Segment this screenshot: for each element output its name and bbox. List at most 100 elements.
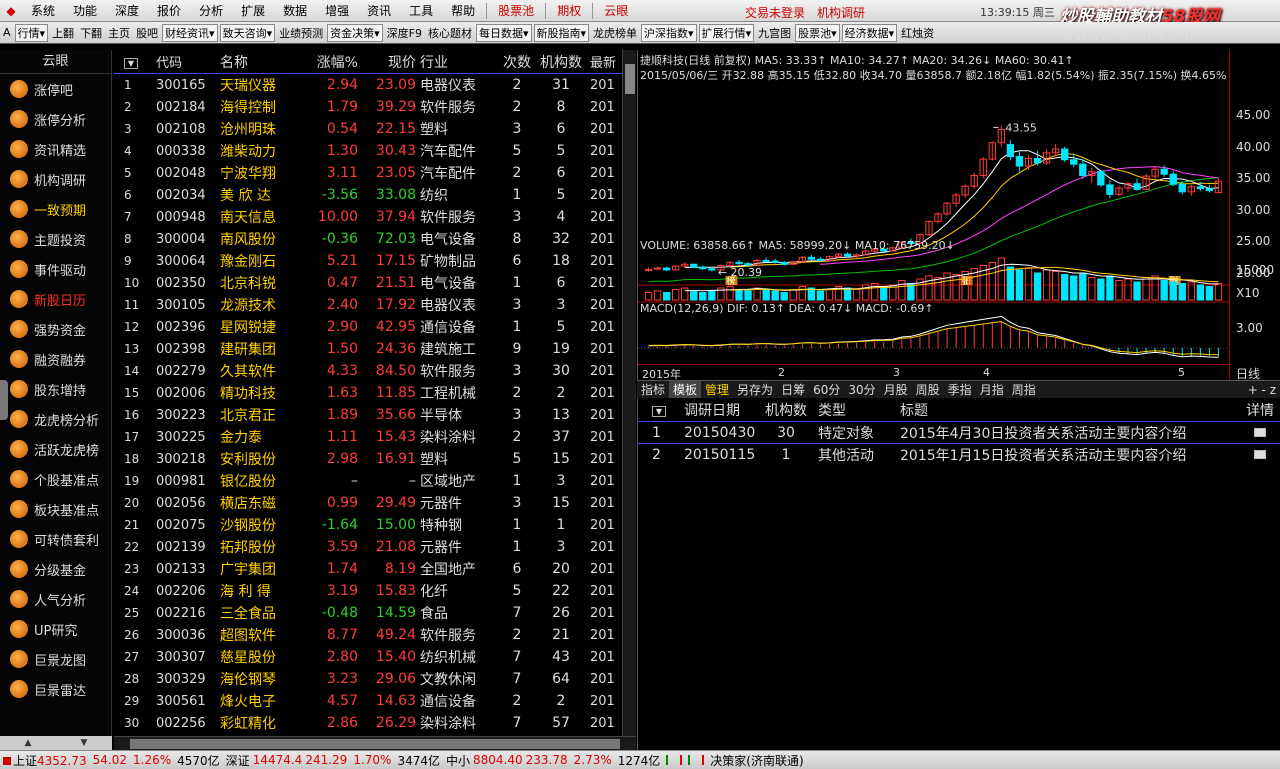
- menu-item-0[interactable]: 系统: [22, 2, 64, 19]
- col-type[interactable]: 类型: [812, 400, 900, 420]
- menu-item-1[interactable]: 功能: [64, 2, 106, 19]
- toolbar-item-19[interactable]: 经济数据▾: [841, 23, 898, 42]
- menu-item-9[interactable]: 工具: [400, 2, 442, 19]
- col-count[interactable]: 次数: [502, 52, 532, 72]
- table-row[interactable]: 9 300064 豫金刚石 5.21 17.15 矿物制品 6 18 201: [114, 250, 622, 272]
- table-row[interactable]: 20 002056 横店东磁 0.99 29.49 元器件 3 15 201: [114, 492, 622, 514]
- chart-tab-1[interactable]: 模板: [669, 381, 702, 398]
- sidebar-item-6[interactable]: 事件驱动: [0, 254, 111, 284]
- research-row[interactable]: 1 20150430 30 特定对象 2015年4月30日投资者关系活动主要内容介绍: [638, 422, 1280, 444]
- col-industry[interactable]: 行业: [416, 52, 502, 72]
- toolbar-item-3[interactable]: 下翻: [77, 25, 105, 41]
- toolbar-item-0[interactable]: A: [0, 26, 14, 39]
- toolbar-item-17[interactable]: 九宫图: [755, 25, 794, 41]
- scroll-down-icon[interactable]: ▼: [81, 738, 88, 748]
- toolbar-item-16[interactable]: 扩展行情▾: [698, 23, 755, 42]
- sidebar-item-14[interactable]: 板块基准点: [0, 494, 111, 524]
- chart-tab-3[interactable]: 另存为: [733, 381, 777, 398]
- table-row[interactable]: 12 002396 星网锐捷 2.90 42.95 通信设备 1 5 201: [114, 316, 622, 338]
- chart-tab-2[interactable]: 管理: [701, 381, 733, 398]
- table-row[interactable]: 16 300223 北京君正 1.89 35.66 半导体 3 13 201: [114, 404, 622, 426]
- menu-item-5[interactable]: 扩展: [232, 2, 274, 19]
- chart-tab-0[interactable]: 指标: [637, 381, 669, 398]
- sidebar-item-13[interactable]: 个股基准点: [0, 464, 111, 494]
- col-inst-count[interactable]: 机构数: [760, 400, 812, 420]
- toolbar-item-13[interactable]: 新股指南▾: [533, 23, 590, 42]
- research-link[interactable]: 机构调研: [817, 4, 865, 21]
- menu-item-6[interactable]: 数据: [274, 2, 316, 19]
- col-change[interactable]: 涨幅%: [300, 52, 358, 72]
- table-row[interactable]: 28 300329 海伦钢琴 3.23 29.06 文教休闲 7 64 201: [114, 668, 622, 690]
- sidebar-item-8[interactable]: 强势资金: [0, 314, 111, 344]
- chart-tab-5[interactable]: 60分: [809, 381, 844, 398]
- table-row[interactable]: 4 000338 潍柴动力 1.30 30.43 汽车配件 5 5 201: [114, 140, 622, 162]
- toolbar-item-7[interactable]: 致天咨询▾: [219, 23, 276, 42]
- zoom-controls[interactable]: + - z: [1248, 383, 1276, 397]
- menu-item-10[interactable]: 帮助: [442, 2, 484, 19]
- toolbar-item-12[interactable]: 每日数据▾: [475, 23, 532, 42]
- sidebar-item-16[interactable]: 分级基金: [0, 554, 111, 584]
- sidebar-item-0[interactable]: 涨停吧: [0, 74, 111, 104]
- research-row[interactable]: 2 20150115 1 其他活动 2015年1月15日投资者关系活动主要内容介绍: [638, 444, 1280, 466]
- table-row[interactable]: 17 300225 金力泰 1.11 15.43 染料涂料 2 37 201: [114, 426, 622, 448]
- sidebar-item-17[interactable]: 人气分析: [0, 584, 111, 614]
- grid-vscroll[interactable]: [622, 50, 636, 736]
- menu-item-8[interactable]: 资讯: [358, 2, 400, 19]
- trade-login-link[interactable]: 交易未登录: [745, 4, 805, 21]
- table-row[interactable]: 1 300165 天瑞仪器 2.94 23.09 电器仪表 2 31 201: [114, 74, 622, 96]
- col-inst[interactable]: 机构数: [532, 52, 590, 72]
- sidebar-item-7[interactable]: 新股日历: [0, 284, 111, 314]
- grid-hscroll[interactable]: [114, 736, 636, 750]
- chart-tab-10[interactable]: 月指: [976, 381, 1008, 398]
- sort-dropdown-icon[interactable]: ▼: [124, 57, 138, 69]
- sidebar-collapse-handle[interactable]: [0, 380, 8, 420]
- sidebar-item-4[interactable]: 一致预期: [0, 194, 111, 224]
- menu-item-4[interactable]: 分析: [190, 2, 232, 19]
- table-row[interactable]: 15 002006 精功科技 1.63 11.85 工程机械 2 2 201: [114, 382, 622, 404]
- table-row[interactable]: 21 002075 沙钢股份 -1.64 15.00 特种钢 1 1 201: [114, 514, 622, 536]
- sidebar-item-11[interactable]: 龙虎榜分析: [0, 404, 111, 434]
- chart-tab-11[interactable]: 周指: [1008, 381, 1040, 398]
- menu-red-item-0[interactable]: 股票池: [489, 2, 543, 19]
- table-row[interactable]: 14 002279 久其软件 4.33 84.50 软件服务 3 30 201: [114, 360, 622, 382]
- scroll-up-icon[interactable]: ▲: [25, 738, 32, 748]
- table-row[interactable]: 6 002034 美 欣 达 -3.56 33.08 纺织 1 5 201: [114, 184, 622, 206]
- toolbar-item-2[interactable]: 上翻: [49, 25, 77, 41]
- table-row[interactable]: 19 000981 银亿股份 – – 区域地产 1 3 201: [114, 470, 622, 492]
- toolbar-item-4[interactable]: 主页: [105, 25, 133, 41]
- toolbar-item-10[interactable]: 深度F9: [384, 25, 425, 41]
- toolbar-item-15[interactable]: 沪深指数▾: [641, 23, 697, 42]
- table-row[interactable]: 5 002048 宁波华翔 3.11 23.05 汽车配件 2 6 201: [114, 162, 622, 184]
- col-code[interactable]: 代码: [156, 52, 220, 71]
- col-date[interactable]: 调研日期: [678, 400, 760, 420]
- chart-tab-9[interactable]: 季指: [944, 381, 976, 398]
- table-row[interactable]: 3 002108 沧州明珠 0.54 22.15 塑料 3 6 201: [114, 118, 622, 140]
- sidebar-item-10[interactable]: 股东增持: [0, 374, 111, 404]
- table-row[interactable]: 29 300561 烽火电子 4.57 14.63 通信设备 2 2 201: [114, 690, 622, 712]
- col-price[interactable]: 现价: [358, 52, 416, 72]
- table-row[interactable]: 8 300004 南风股份 -0.36 72.03 电气设备 8 32 201: [114, 228, 622, 250]
- chart-tab-7[interactable]: 月股: [880, 381, 912, 398]
- toolbar-item-6[interactable]: 财经资讯▾: [162, 23, 218, 42]
- toolbar-item-18[interactable]: 股票池▾: [795, 23, 840, 42]
- col-detail[interactable]: 详情: [1240, 400, 1280, 420]
- table-row[interactable]: 25 002216 三全食品 -0.48 14.59 食品 7 26 201: [114, 602, 622, 624]
- toolbar-item-5[interactable]: 股吧: [133, 25, 161, 41]
- col-latest[interactable]: 最新: [590, 52, 620, 71]
- toolbar-item-14[interactable]: 龙虎榜单: [590, 25, 640, 41]
- sidebar-item-5[interactable]: 主题投资: [0, 224, 111, 254]
- table-row[interactable]: 30 002256 彩虹精化 2.86 26.29 染料涂料 7 57 201: [114, 712, 622, 734]
- table-row[interactable]: 24 002206 海 利 得 3.19 15.83 化纤 5 22 201: [114, 580, 622, 602]
- toolbar-item-8[interactable]: 业绩预测: [276, 25, 326, 41]
- toolbar-item-20[interactable]: 红烛资: [898, 25, 937, 41]
- menu-item-3[interactable]: 报价: [148, 2, 190, 19]
- menu-red-item-1[interactable]: 期权: [548, 2, 590, 19]
- table-row[interactable]: 2 002184 海得控制 1.79 39.29 软件服务 2 8 201: [114, 96, 622, 118]
- sidebar-item-2[interactable]: 资讯精选: [0, 134, 111, 164]
- sidebar-item-15[interactable]: 可转债套利: [0, 524, 111, 554]
- sidebar-item-9[interactable]: 融资融券: [0, 344, 111, 374]
- chart-tab-6[interactable]: 30分: [844, 381, 879, 398]
- toolbar-item-1[interactable]: 行情▾: [14, 23, 49, 42]
- mail-icon[interactable]: [1254, 427, 1266, 437]
- sidebar-item-1[interactable]: 涨停分析: [0, 104, 111, 134]
